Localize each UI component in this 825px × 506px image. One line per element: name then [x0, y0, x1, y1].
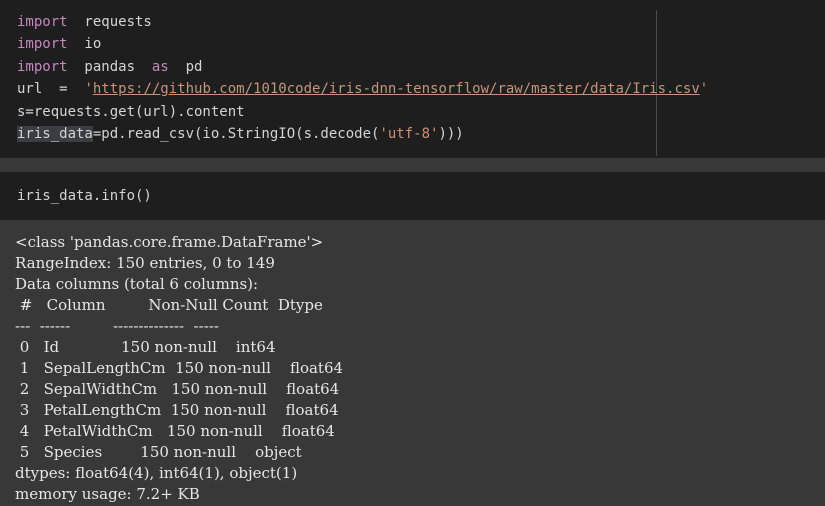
code-line-2: import io [17, 34, 101, 54]
code-line-5: s=requests.get(url).content [17, 102, 245, 122]
string-quote: ' [699, 81, 709, 97]
keyword-import: import [17, 14, 68, 30]
code-line-3: import pandas as pd [17, 57, 202, 77]
output-line: 5 Species 150 non-null object [15, 443, 307, 461]
output-line: memory usage: 7.2+ KB [15, 485, 200, 503]
code-line-1: import requests [17, 12, 152, 32]
output-line: Data columns (total 6 columns): [15, 275, 259, 293]
output-line: 3 PetalLengthCm 150 non-null float64 [15, 401, 339, 419]
output-line: 2 SepalWidthCm 150 non-null float64 [15, 380, 340, 398]
keyword-import: import [17, 59, 68, 75]
code-text: s=requests.get(url).content [17, 104, 245, 120]
output-line: 1 SepalLengthCm 150 non-null float64 [15, 359, 344, 377]
output-line: 0 Id 150 non-null int64 [15, 338, 286, 356]
output-line: RangeIndex: 150 entries, 0 to 149 [15, 254, 275, 272]
code-cell-1[interactable]: import requests import io import pandas … [0, 0, 825, 158]
code-line: iris_data.info() [17, 188, 152, 204]
code-line-6: iris_data=pd.read_csv(io.StringIO(s.deco… [17, 124, 464, 144]
cell-output: <class 'pandas.core.frame.DataFrame'> Ra… [0, 220, 825, 506]
output-line: 4 PetalWidthCm 150 non-null float64 [15, 422, 335, 440]
keyword-import: import [17, 36, 68, 52]
output-line: # Column Non-Null Count Dtype [15, 296, 333, 314]
code-text: ))) [438, 126, 464, 142]
string-literal: 'utf-8' [379, 126, 439, 142]
code-text: url = [17, 81, 85, 97]
code-cell-2[interactable]: iris_data.info() [0, 172, 825, 220]
code-line-4: url = 'https://github.com/1010code/iris-… [17, 79, 708, 99]
output-line: <class 'pandas.core.frame.DataFrame'> [15, 233, 324, 251]
url-link[interactable]: https://github.com/1010code/iris-dnn-ten… [93, 81, 700, 97]
code-text: pd [168, 59, 203, 75]
output-line: dtypes: float64(4), int64(1), object(1) [15, 464, 298, 482]
code-text: requests [67, 14, 152, 30]
cell-separator [0, 158, 825, 172]
code-text: =pd.read_csv(io.StringIO(s.decode( [92, 126, 380, 142]
code-text: pandas [67, 59, 152, 75]
keyword-as: as [151, 59, 169, 75]
code-text: io [67, 36, 102, 52]
string-quote: ' [84, 81, 93, 97]
output-line: --- ------ -------------- ----- [15, 317, 229, 335]
highlighted-variable: iris_data [17, 126, 93, 142]
